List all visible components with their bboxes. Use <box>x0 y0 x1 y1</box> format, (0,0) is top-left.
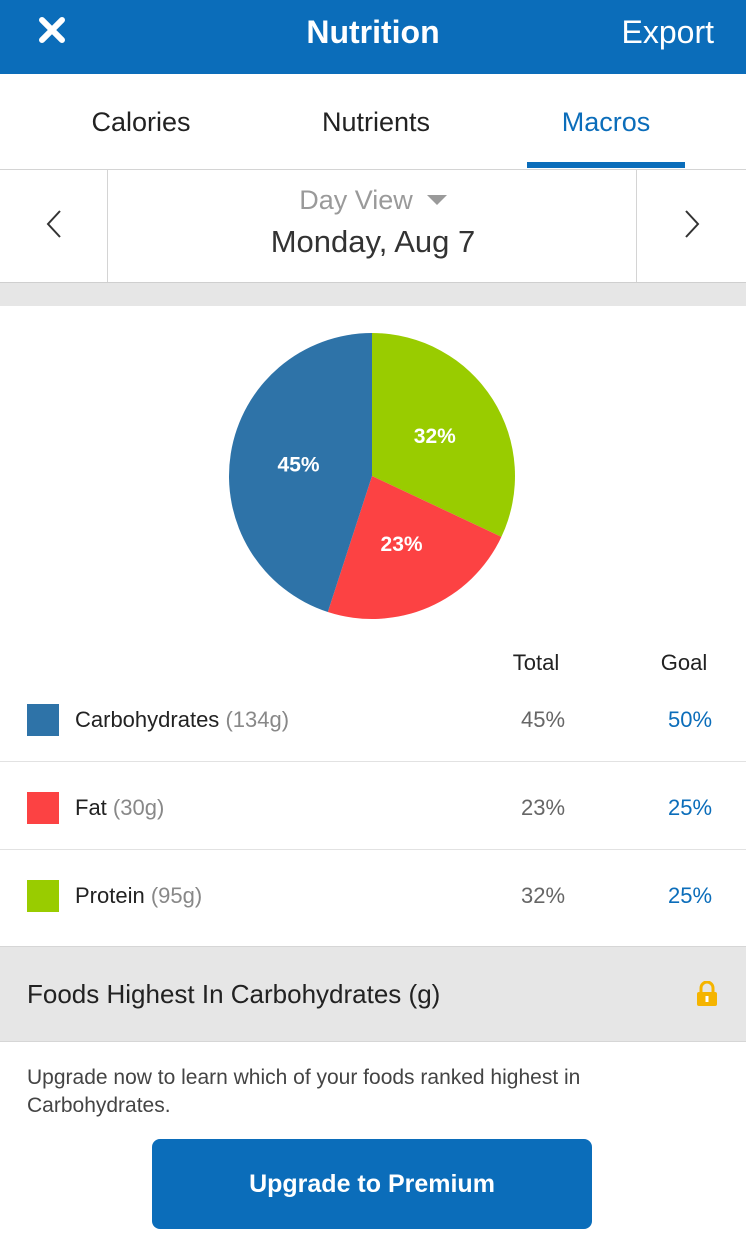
macro-goal[interactable]: 50% <box>640 704 740 736</box>
macro-name: Carbohydrates <box>75 707 220 732</box>
macro-grams: (95g) <box>150 883 203 908</box>
fat-color-swatch <box>27 792 59 824</box>
upgrade-to-premium-button[interactable]: Upgrade to Premium <box>152 1139 592 1229</box>
macro-goal[interactable]: 25% <box>640 792 740 824</box>
tab-nutrients[interactable]: Nutrients <box>280 74 472 170</box>
macro-row-fat: Fat (30g) 23% 25% <box>0 762 746 850</box>
macro-label: Protein (95g) <box>75 880 202 912</box>
current-date: Monday, Aug 7 <box>270 224 476 259</box>
total-column-header: Total <box>512 650 560 675</box>
tab-macros[interactable]: Macros <box>527 74 685 170</box>
macro-grams: (30g) <box>112 795 165 820</box>
top-bar: Nutrition Export <box>0 0 746 74</box>
lock-icon <box>696 980 718 1012</box>
carbohydrates-color-swatch <box>27 704 59 736</box>
date-navigator: Day View Monday, Aug 7 <box>0 170 746 283</box>
macros-pie-chart: 32% 23% 45% <box>229 333 515 619</box>
foods-section-title: Foods Highest In Carbohydrates (g) <box>27 979 441 1009</box>
view-selector-label: Day View <box>299 184 413 215</box>
previous-day-button[interactable] <box>0 170 108 282</box>
tab-calories[interactable]: Calories <box>40 74 242 170</box>
pie-label-fat: 23% <box>381 533 423 556</box>
macro-grams: (134g) <box>225 707 290 732</box>
protein-color-swatch <box>27 880 59 912</box>
macro-total: 45% <box>520 707 566 732</box>
macro-name: Fat <box>75 795 107 820</box>
close-button[interactable] <box>28 8 76 56</box>
view-selector[interactable]: Day View <box>110 180 636 220</box>
macro-row-protein: Protein (95g) 32% 25% <box>0 850 746 938</box>
pie-label-protein: 32% <box>414 425 456 448</box>
macro-label: Fat (30g) <box>75 792 164 824</box>
goal-column-header: Goal <box>660 650 708 675</box>
pie-label-carbohydrates: 45% <box>278 453 320 476</box>
macro-name: Protein <box>75 883 145 908</box>
tab-bar: Calories Nutrients Macros <box>0 74 746 170</box>
macro-total: 32% <box>520 883 566 908</box>
macro-total: 23% <box>520 795 566 820</box>
active-tab-indicator <box>527 162 685 168</box>
close-icon <box>38 16 66 49</box>
upgrade-description: Upgrade now to learn which of your foods… <box>27 1066 581 1117</box>
macros-chart: 32% 23% 45% <box>0 306 746 646</box>
macro-goal[interactable]: 25% <box>640 880 740 912</box>
chevron-left-icon <box>44 208 64 245</box>
foods-section-header: Foods Highest In Carbohydrates (g) <box>0 946 746 1042</box>
caret-down-icon <box>426 195 447 205</box>
macro-row-carbohydrates: Carbohydrates (134g) 45% 50% <box>0 674 746 762</box>
export-button[interactable]: Export <box>622 12 714 52</box>
chevron-right-icon <box>682 208 702 245</box>
section-divider <box>0 283 746 306</box>
macro-label: Carbohydrates (134g) <box>75 704 289 736</box>
next-day-button[interactable] <box>636 170 746 282</box>
